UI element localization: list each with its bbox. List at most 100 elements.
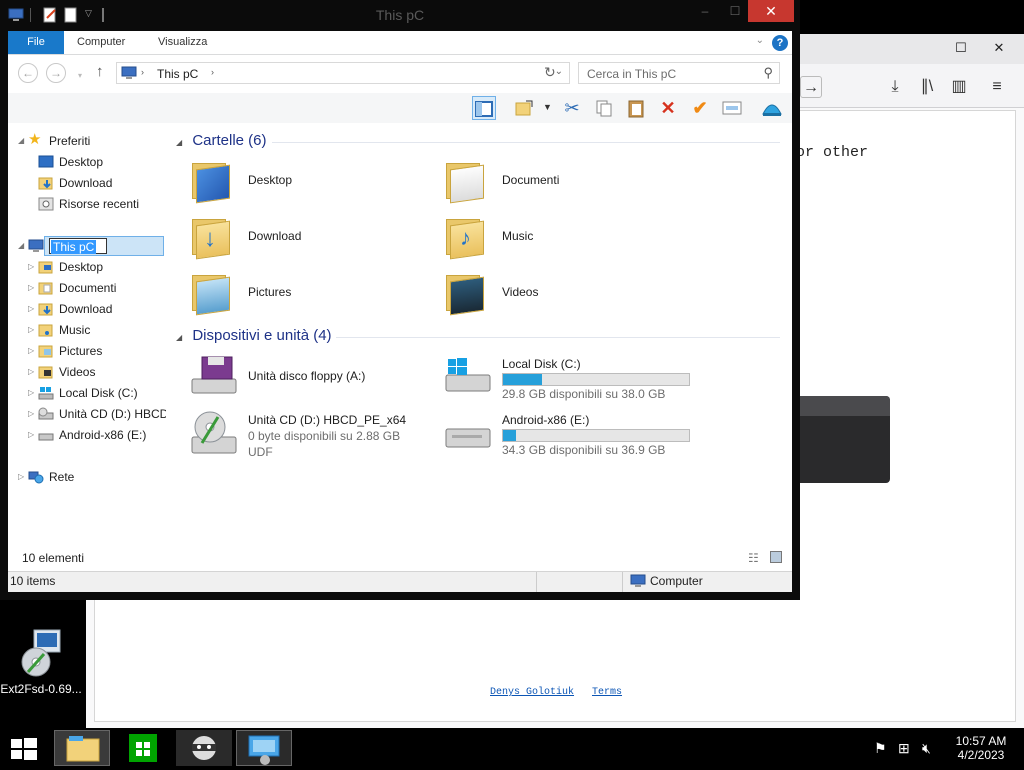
control-panel-taskbar-icon[interactable]: [236, 730, 292, 766]
expand-arrow-icon[interactable]: ▷: [28, 341, 38, 361]
flag-icon[interactable]: ⚑: [874, 740, 887, 757]
select-folder-icon[interactable]: [512, 96, 536, 120]
shell-icon[interactable]: [760, 96, 784, 120]
expand-arrow-icon[interactable]: ▷: [28, 383, 38, 403]
store-taskbar-icon[interactable]: [116, 730, 172, 766]
expand-arrow-icon[interactable]: ▷: [28, 404, 38, 424]
installer-icon: [18, 628, 64, 678]
maximize-button[interactable]: ☐: [950, 38, 972, 58]
expand-arrow-icon[interactable]: ▷: [18, 467, 28, 487]
recent-locations-icon[interactable]: ▾: [78, 71, 82, 80]
tab-view[interactable]: Visualizza: [158, 31, 207, 54]
address-dropdown-icon[interactable]: ⌄: [555, 66, 563, 77]
expand-arrow-icon[interactable]: ▷: [28, 257, 38, 277]
close-button[interactable]: ✕: [748, 0, 794, 22]
desktop-shortcut[interactable]: Ext2Fsd-0.69...: [0, 628, 82, 696]
music-folder-icon: [38, 323, 54, 337]
collapse-arrow-icon[interactable]: ◢: [18, 236, 28, 256]
drive-icon: [442, 409, 491, 457]
folder-tile-download[interactable]: ↓ Download: [182, 213, 422, 265]
delete-icon[interactable]: ✕: [656, 96, 680, 120]
paste-icon[interactable]: [624, 96, 648, 120]
clock-time: 10:57 AM: [955, 734, 1007, 748]
library-icon[interactable]: ∥\: [916, 76, 938, 98]
clock[interactable]: 10:57 AM 4/2/2023: [946, 734, 1016, 762]
item-count: 10 elementi: [22, 551, 85, 565]
expand-arrow-icon[interactable]: ▷: [28, 362, 38, 382]
rename-box[interactable]: This pC: [44, 236, 164, 256]
tab-computer[interactable]: Computer: [77, 31, 125, 54]
drive-tile-cd[interactable]: Unità CD (D:) HBCD_PE_x64 0 byte disponi…: [182, 409, 422, 479]
recent-places-icon: [38, 197, 54, 211]
network-tray-icon[interactable]: ⊞: [898, 740, 910, 757]
raccoon-app-taskbar-icon[interactable]: [176, 730, 232, 766]
start-button[interactable]: [0, 730, 48, 766]
dropdown-arrow-icon[interactable]: ▼: [543, 102, 552, 112]
drive-tile-android[interactable]: Android-x86 (E:) 34.3 GB disponibili su …: [436, 409, 736, 459]
address-location[interactable]: This pC: [157, 67, 198, 81]
folder-tile-videos[interactable]: Videos: [436, 269, 676, 321]
windows-drive-icon: [442, 353, 491, 401]
desktop-shortcut-label: Ext2Fsd-0.69...: [0, 682, 82, 696]
status-items: 10 items: [10, 574, 56, 588]
desktop-folder-icon: [188, 157, 232, 205]
help-icon[interactable]: ?: [772, 35, 788, 51]
ribbon-tabs: File Computer Visualizza ⌄ ?: [8, 31, 792, 55]
volume-muted-icon[interactable]: 🔇︎: [922, 740, 931, 757]
copy-icon[interactable]: [592, 96, 616, 120]
drive-tile-floppy[interactable]: Unità disco floppy (A:): [182, 353, 422, 403]
rename-input[interactable]: This pC: [49, 238, 107, 254]
cut-icon[interactable]: ✂: [560, 96, 584, 120]
maximize-button[interactable]: ☐: [722, 0, 748, 22]
rename-icon[interactable]: [720, 96, 744, 120]
breadcrumb-chevron-icon[interactable]: ›: [141, 67, 144, 77]
close-button[interactable]: ✕: [988, 38, 1010, 58]
large-icons-view-icon[interactable]: [770, 551, 782, 563]
file-explorer-taskbar-icon[interactable]: [54, 730, 110, 766]
drive-tile-local-disk[interactable]: Local Disk (C:) 29.8 GB disponibili su 3…: [436, 353, 736, 403]
download-icon[interactable]: ⤓: [884, 76, 906, 98]
collapse-arrow-icon[interactable]: ◢: [176, 333, 182, 342]
menu-icon[interactable]: ≡: [986, 76, 1008, 98]
folder-tile-music[interactable]: ♪ Music: [436, 213, 676, 265]
folder-tile-pictures[interactable]: Pictures: [182, 269, 422, 321]
refresh-icon[interactable]: ↻: [544, 64, 556, 81]
expand-arrow-icon[interactable]: ▷: [28, 425, 38, 445]
drive-icon: [38, 428, 54, 442]
cd-drive-icon: [38, 407, 54, 421]
file-explorer-window: ▽ This pC – ☐ ✕ File Computer Visualizza…: [0, 0, 800, 600]
videos-folder-icon: [38, 365, 54, 379]
download-folder-icon: ↓: [188, 213, 232, 261]
expand-arrow-icon[interactable]: ▷: [28, 278, 38, 298]
tab-file[interactable]: File: [8, 31, 64, 54]
search-icon[interactable]: ⚲: [763, 65, 773, 81]
group-folders-header[interactable]: ◢ Cartelle (6): [176, 132, 780, 149]
expand-arrow-icon[interactable]: ▷: [28, 320, 38, 340]
checkmark-icon[interactable]: ✔: [688, 96, 712, 120]
folder-tile-documents[interactable]: Documenti: [436, 157, 676, 209]
back-button[interactable]: ←: [18, 63, 38, 83]
folder-tile-desktop[interactable]: Desktop: [182, 157, 422, 209]
collapse-arrow-icon[interactable]: ◢: [176, 138, 182, 147]
up-arrow-icon[interactable]: ↑: [96, 63, 104, 80]
search-input[interactable]: Cerca in This pC ⚲: [578, 62, 780, 84]
desktop-icon: [38, 155, 54, 169]
go-forward-icon[interactable]: →: [800, 76, 822, 98]
footer-link-author[interactable]: Denys Golotiuk: [490, 687, 574, 698]
minimize-button[interactable]: –: [692, 0, 718, 22]
network-icon: [28, 470, 44, 484]
details-view-icon[interactable]: ☷: [748, 551, 759, 565]
this-pc-icon: [28, 239, 44, 253]
content-pane: ◢ Cartelle (6) Desktop Documenti ↓ Downl…: [166, 123, 792, 543]
expand-arrow-icon[interactable]: ▷: [28, 299, 38, 319]
expand-ribbon-icon[interactable]: ⌄: [756, 35, 764, 46]
address-bar[interactable]: › This pC › ⌄: [116, 62, 570, 84]
group-devices-header[interactable]: ◢ Dispositivi e unità (4): [176, 327, 780, 344]
collapse-arrow-icon[interactable]: ◢: [18, 131, 28, 151]
preview-pane-icon[interactable]: [472, 96, 496, 120]
taskbar: ⚑ ⊞ 🔇︎ 10:57 AM 4/2/2023: [0, 728, 1024, 768]
forward-button[interactable]: →: [46, 63, 66, 83]
footer-link-terms[interactable]: Terms: [592, 687, 622, 698]
sidebar-icon[interactable]: ▥: [948, 76, 970, 98]
breadcrumb-chevron-icon[interactable]: ›: [211, 67, 214, 77]
